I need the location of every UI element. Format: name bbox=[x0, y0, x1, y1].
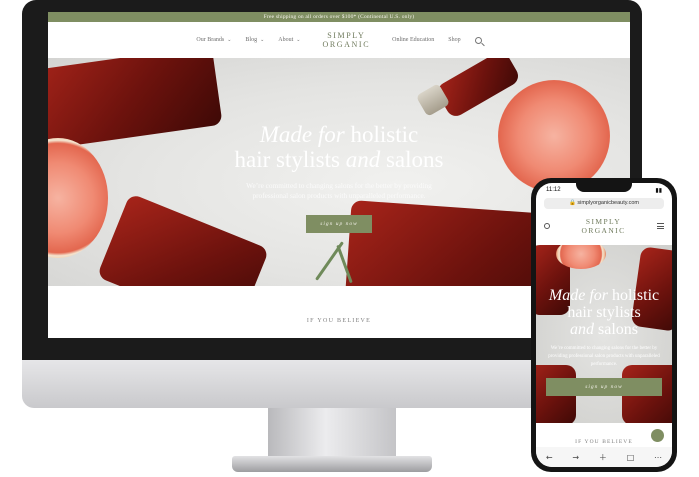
hamburger-menu-icon[interactable] bbox=[657, 222, 664, 231]
phone-screen: 11:12 ▮▮ 🔒 simplyorganicbeauty.com SIMPL… bbox=[536, 183, 672, 467]
hero-title-part: salons bbox=[385, 147, 444, 172]
status-time: 11:12 bbox=[546, 187, 561, 193]
nav-label: Our Brands bbox=[196, 37, 225, 43]
nav-our-brands[interactable]: Our Brands ⌄ bbox=[196, 37, 231, 43]
section-heading: IF YOU BELIEVE bbox=[575, 439, 633, 445]
hero-title-part: hair stylists bbox=[567, 304, 641, 321]
hero-title-part: holistic bbox=[350, 122, 419, 147]
hero-title-part: hair stylists bbox=[234, 147, 340, 172]
phone-header: SIMPLY ORGANIC bbox=[536, 210, 672, 242]
logo-line2: ORGANIC bbox=[581, 226, 626, 235]
chevron-down-icon: ⌄ bbox=[296, 38, 301, 43]
hero-title-part: salons bbox=[598, 321, 638, 338]
lock-icon: 🔒 bbox=[568, 200, 576, 206]
chevron-down-icon: ⌄ bbox=[227, 38, 232, 43]
browser-toolbar: ← → ＋ □ ⋯ bbox=[536, 447, 672, 467]
back-icon[interactable]: ← bbox=[546, 453, 553, 462]
phone-device: 11:12 ▮▮ 🔒 simplyorganicbeauty.com SIMPL… bbox=[531, 178, 677, 472]
phone-hero-subtitle: We’re committed to changing salons for t… bbox=[548, 346, 660, 367]
address-bar[interactable]: 🔒 simplyorganicbeauty.com bbox=[544, 198, 664, 209]
sign-up-button[interactable]: sign up now bbox=[306, 215, 372, 233]
phone-notch bbox=[576, 183, 632, 192]
nav-blog[interactable]: Blog ⌄ bbox=[245, 37, 264, 43]
nav-online-education[interactable]: Online Education bbox=[392, 37, 434, 43]
site-logo[interactable]: SIMPLY ORGANIC bbox=[582, 217, 626, 235]
site-logo[interactable]: SIMPLY ORGANIC bbox=[322, 31, 370, 49]
phone-hero-title: Made for holistic hair stylists and salo… bbox=[536, 287, 672, 338]
hero-title: Made for holistic hair stylists and salo… bbox=[48, 122, 630, 172]
hero-subtitle-line: professional salon products with unparal… bbox=[252, 191, 426, 200]
new-tab-icon[interactable]: ＋ bbox=[599, 452, 607, 463]
monitor-stand bbox=[268, 408, 396, 458]
hero-title-italic: and bbox=[345, 147, 381, 172]
logo-line1: SIMPLY bbox=[585, 217, 622, 226]
nav-about[interactable]: About ⌄ bbox=[278, 37, 300, 43]
phone-hero-banner: Made for holistic hair stylists and salo… bbox=[536, 245, 672, 423]
chevron-down-icon: ⌄ bbox=[260, 38, 265, 43]
signal-wifi-battery-icon: ▮▮ bbox=[655, 187, 662, 194]
nav-label: About bbox=[278, 37, 294, 43]
phone-hero-text: Made for holistic hair stylists and salo… bbox=[536, 287, 672, 396]
nav-shop[interactable]: Shop bbox=[448, 37, 460, 43]
search-icon[interactable] bbox=[544, 223, 550, 229]
tabs-icon[interactable]: □ bbox=[627, 453, 635, 462]
sign-up-button[interactable]: sign up now bbox=[546, 378, 662, 396]
promo-bar[interactable]: Free shipping on all orders over $100* (… bbox=[48, 12, 630, 22]
url-text: simplyorganicbeauty.com bbox=[577, 200, 640, 206]
monitor-base bbox=[232, 456, 432, 472]
logo-line1: SIMPLY bbox=[327, 31, 366, 40]
hero-title-italic: Made for bbox=[259, 122, 345, 147]
nav-label: Shop bbox=[448, 37, 461, 43]
hero-title-italic: and bbox=[570, 321, 594, 338]
desktop-nav: Our Brands ⌄ Blog ⌄ About ⌄ SIMPLY ORGAN… bbox=[48, 22, 630, 58]
hero-title-italic: Made for bbox=[548, 287, 608, 304]
forward-icon[interactable]: → bbox=[572, 453, 579, 462]
search-icon[interactable] bbox=[474, 36, 482, 44]
hero-subtitle-line: We’re committed to changing salons for t… bbox=[246, 181, 432, 190]
logo-line2: ORGANIC bbox=[322, 40, 371, 49]
menu-icon[interactable]: ⋯ bbox=[654, 453, 662, 462]
nav-label: Online Education bbox=[392, 37, 435, 43]
nav-label: Blog bbox=[245, 37, 258, 43]
hero-title-part: holistic bbox=[612, 287, 660, 304]
